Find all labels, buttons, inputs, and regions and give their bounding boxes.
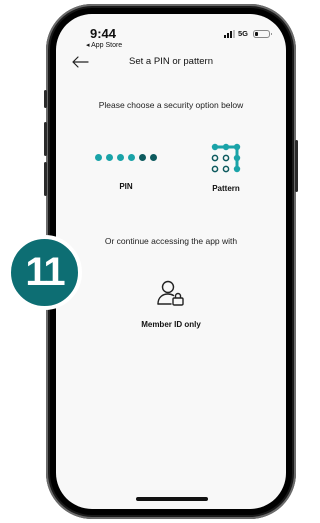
status-time: 9:44 <box>90 26 117 41</box>
user-lock-icon <box>157 280 184 306</box>
app-screen: 9:44 ◂ App Store 5G Set a PIN or pattern… <box>56 14 286 509</box>
pin-label: PIN <box>119 182 133 191</box>
security-prompt: Please choose a security option below <box>98 100 244 110</box>
volume-down-button <box>44 162 47 196</box>
volume-up-button <box>44 122 47 156</box>
stage: 9:44 ◂ App Store 5G Set a PIN or pattern… <box>0 0 298 523</box>
member-id-option-button[interactable]: Member ID only <box>130 276 212 342</box>
pin-dots-icon <box>88 154 164 161</box>
pattern-option-button[interactable]: Pattern <box>196 138 256 204</box>
page-title: Set a PIN or pattern <box>129 56 213 67</box>
signal-icon <box>223 29 235 38</box>
pattern-grid-icon <box>211 143 241 173</box>
continue-text: Or continue accessing the app with <box>104 236 238 246</box>
pin-option-button[interactable]: PIN <box>88 144 164 202</box>
home-indicator[interactable] <box>136 497 208 501</box>
pattern-label: Pattern <box>212 184 240 193</box>
app-store-back-link[interactable]: ◂ App Store <box>86 41 122 49</box>
battery-icon <box>253 29 272 38</box>
status-indicators: 5G <box>223 29 272 38</box>
step-number-badge: 11 <box>7 235 82 310</box>
mute-switch <box>44 90 47 108</box>
network-label: 5G <box>237 29 248 38</box>
power-button <box>295 140 298 192</box>
member-id-label: Member ID only <box>141 320 201 329</box>
